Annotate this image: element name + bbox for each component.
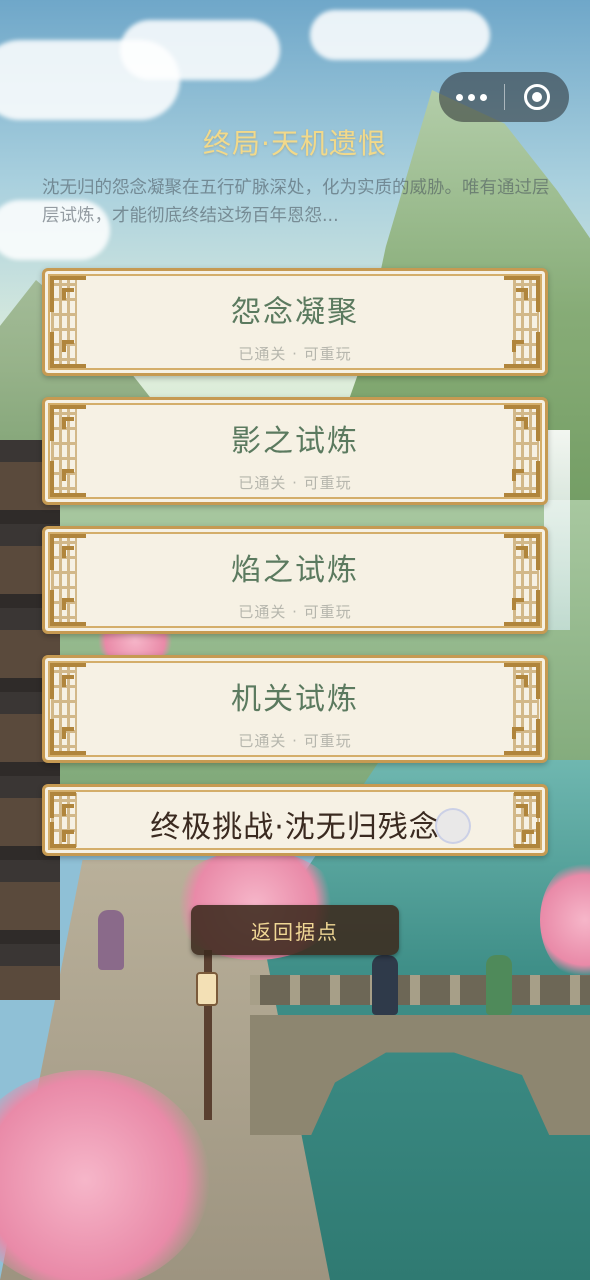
return-to-base-button[interactable]: 返回据点 [191,905,399,955]
stage-card-3[interactable]: 焰之试炼 已通关 · 可重玩 [42,526,548,634]
corner-ornament-icon [50,461,86,497]
miniprogram-capsule [439,72,569,122]
more-button[interactable] [439,72,504,122]
circle-close-icon [524,84,550,110]
corner-ornament-icon [50,332,86,368]
stage-card-4[interactable]: 机关试炼 已通关 · 可重玩 [42,655,548,763]
page-title: 终局·天机遗恨 [203,127,387,160]
cloud [310,10,490,60]
corner-ornament-icon [504,534,540,570]
villager-npc [98,910,124,970]
corner-ornament-icon [504,276,540,312]
corner-ornament-icon [50,822,76,848]
corner-ornament-icon [50,276,86,312]
corner-ornament-icon [514,822,540,848]
stage-name: 影之试炼 [231,424,359,459]
more-dots-icon [456,93,463,101]
stage-name: 焰之试炼 [231,553,359,588]
corner-ornament-icon [504,332,540,368]
stage-name: 怨念凝聚 [231,295,359,330]
stage-status: 已通关 · 可重玩 [238,603,352,621]
more-dots-icon [480,93,487,101]
corner-ornament-icon [50,719,86,755]
stage-name: 机关试炼 [231,682,359,717]
corner-ornament-icon [504,461,540,497]
final-challenge-card[interactable]: 终极挑战·沈无归残念 [42,784,548,856]
corner-ornament-icon [504,405,540,441]
corner-ornament-icon [50,792,76,818]
corner-ornament-icon [50,590,86,626]
stage-status: 已通关 · 可重玩 [238,474,352,492]
corner-ornament-icon [504,663,540,699]
corner-ornament-icon [504,719,540,755]
touch-ripple-indicator [435,808,471,844]
corner-ornament-icon [504,590,540,626]
corner-ornament-icon [50,663,86,699]
corner-ornament-icon [50,534,86,570]
straw-hat-npc [486,955,512,1015]
close-button[interactable] [505,72,569,122]
corner-ornament-icon [514,792,540,818]
stage-status: 已通关 · 可重玩 [238,345,352,363]
cloud [120,20,280,80]
swordsman-npc [372,955,398,1015]
stage-card-2[interactable]: 影之试炼 已通关 · 可重玩 [42,397,548,505]
bridge-rail [250,975,590,1005]
stage-card-1[interactable]: 怨念凝聚 已通关 · 可重玩 [42,268,548,376]
stage-status: 已通关 · 可重玩 [238,732,352,750]
page-description: 沈无归的怨念凝聚在五行矿脉深处，化为实质的威胁。唯有通过层层试炼，才能彻底终结这… [42,178,550,226]
more-dots-icon [468,93,475,101]
lantern-icon [196,972,218,1006]
corner-ornament-icon [50,405,86,441]
